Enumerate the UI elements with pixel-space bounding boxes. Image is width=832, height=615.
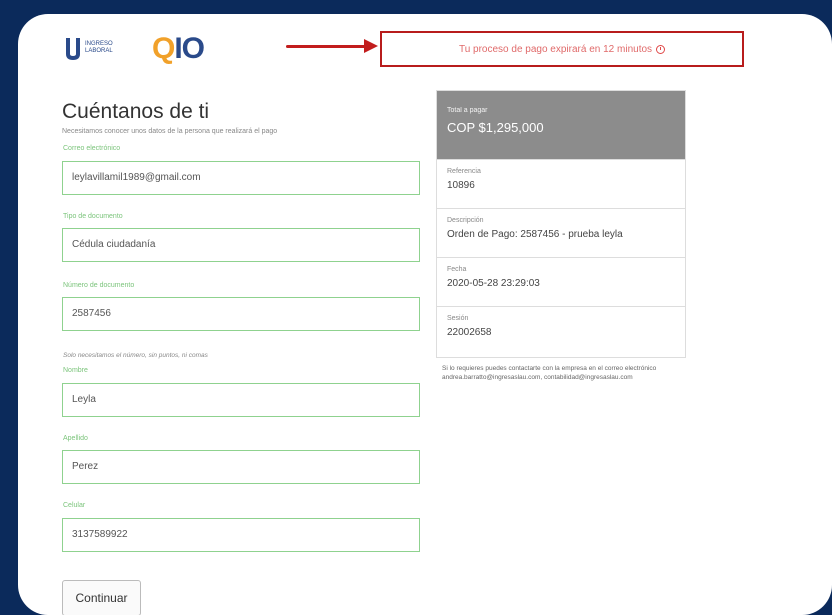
first-name-field[interactable]: Leyla [62, 383, 420, 417]
clock-icon [656, 44, 666, 54]
phone-label: Celular [63, 502, 86, 509]
session-row: Sesión 22002658 [437, 306, 685, 355]
payment-summary: Total a pagar COP $1,295,000 Referencia … [436, 90, 686, 358]
page-card: INGRESO LABORAL QIO Tu proceso de pago e… [18, 14, 832, 615]
date-row: Fecha 2020-05-28 23:29:03 [437, 257, 685, 306]
contact-info: Si lo requieres puedes contactarte con l… [442, 365, 657, 381]
page-subtitle: Necesitamos conocer unos datos de la per… [62, 128, 278, 135]
annotation-arrow [286, 45, 372, 48]
page-title: Cuéntanos de ti [62, 100, 210, 123]
date-label: Fecha [447, 266, 467, 273]
document-type-select[interactable]: Cédula ciudadanía [62, 228, 420, 262]
reference-label: Referencia [447, 168, 481, 175]
total-amount: COP $1,295,000 [447, 120, 544, 135]
last-name-label: Apellido [63, 435, 88, 442]
timer-text: Tu proceso de pago expirará en 12 minuto… [458, 43, 653, 55]
document-type-label: Tipo de documento [63, 213, 123, 220]
payment-timer: Tu proceso de pago expirará en 12 minuto… [380, 31, 744, 67]
session-value: 22002658 [447, 327, 492, 338]
brand-logo: QIO [152, 32, 205, 65]
total-label: Total a pagar [447, 107, 488, 114]
university-logo [66, 38, 80, 60]
reference-value: 10896 [447, 180, 475, 191]
document-number-label: Número de documento [63, 282, 135, 289]
last-name-field[interactable]: Perez [62, 450, 420, 484]
email-label: Correo electrónico [63, 145, 121, 152]
description-label: Descripción [447, 217, 484, 224]
date-value: 2020-05-28 23:29:03 [447, 278, 540, 289]
document-hint: Solo necesitamos el número, sin puntos, … [63, 352, 208, 359]
summary-total: Total a pagar COP $1,295,000 [437, 91, 685, 159]
description-row: Descripción Orden de Pago: 2587456 - pru… [437, 208, 685, 257]
first-name-label: Nombre [63, 367, 88, 374]
document-number-field[interactable]: 2587456 [62, 297, 420, 331]
email-field[interactable]: leylavillamil1989@gmail.com [62, 161, 420, 195]
phone-field[interactable]: 3137589922 [62, 518, 420, 552]
university-logo-text: INGRESO LABORAL [85, 41, 113, 54]
description-value: Orden de Pago: 2587456 - prueba leyla [447, 229, 623, 240]
annotation-arrow-head [364, 39, 378, 53]
reference-row: Referencia 10896 [437, 159, 685, 208]
continue-button[interactable]: Continuar [62, 580, 141, 615]
session-label: Sesión [447, 315, 469, 322]
